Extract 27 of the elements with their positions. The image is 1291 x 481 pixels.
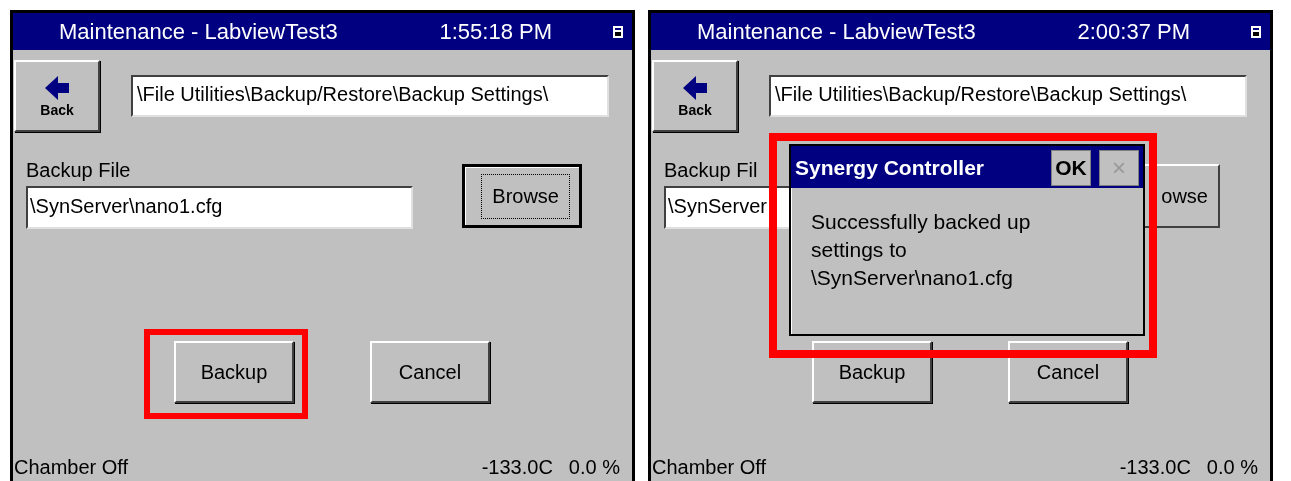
status-text: Chamber Off — [14, 455, 129, 479]
input-field[interactable]: \SynServer\nano1.cfg — [26, 186, 413, 229]
field-label: Backup Fil — [664, 158, 758, 183]
path-field[interactable]: \File Utilities\Backup/Restore\Backup Settings\ — [131, 75, 609, 117]
window-title: Maintenance - LabviewTest3 — [697, 18, 977, 45]
clock-time: 1:55:18 PM — [439, 18, 552, 45]
temperature-reading: -133.0C — [481, 455, 553, 479]
path-field[interactable]: \File Utilities\Backup/Restore\Backup Settings\ — [769, 75, 1247, 117]
action-button[interactable]: Cancel — [370, 341, 490, 403]
action-button[interactable]: Backup — [174, 341, 294, 403]
back-button[interactable]: Back — [14, 60, 100, 132]
percent-reading: 0.0 % — [1206, 455, 1258, 479]
temperature-reading: -133.0C — [1119, 455, 1191, 479]
left-arrow-icon — [43, 74, 71, 102]
window-title: Maintenance - LabviewTest3 — [59, 18, 339, 45]
status-text: Chamber Off — [652, 455, 767, 479]
browse-button[interactable]: Browse — [462, 164, 582, 228]
left-arrow-icon — [681, 74, 709, 102]
percent-reading: 0.0 % — [568, 455, 620, 479]
ok-button[interactable]: OK — [1051, 150, 1091, 186]
back-button[interactable]: Back — [652, 60, 738, 132]
dialog-message: Successfully backed up settings to \SynServer\nano1.cfg — [811, 209, 1032, 291]
clock-time: 2:00:37 PM — [1077, 18, 1190, 45]
field-label: Backup File — [26, 158, 131, 183]
input-panel-icon[interactable] — [1250, 24, 1262, 39]
dialog-title: Synergy Controller — [795, 156, 986, 180]
input-panel-icon[interactable] — [612, 24, 624, 39]
